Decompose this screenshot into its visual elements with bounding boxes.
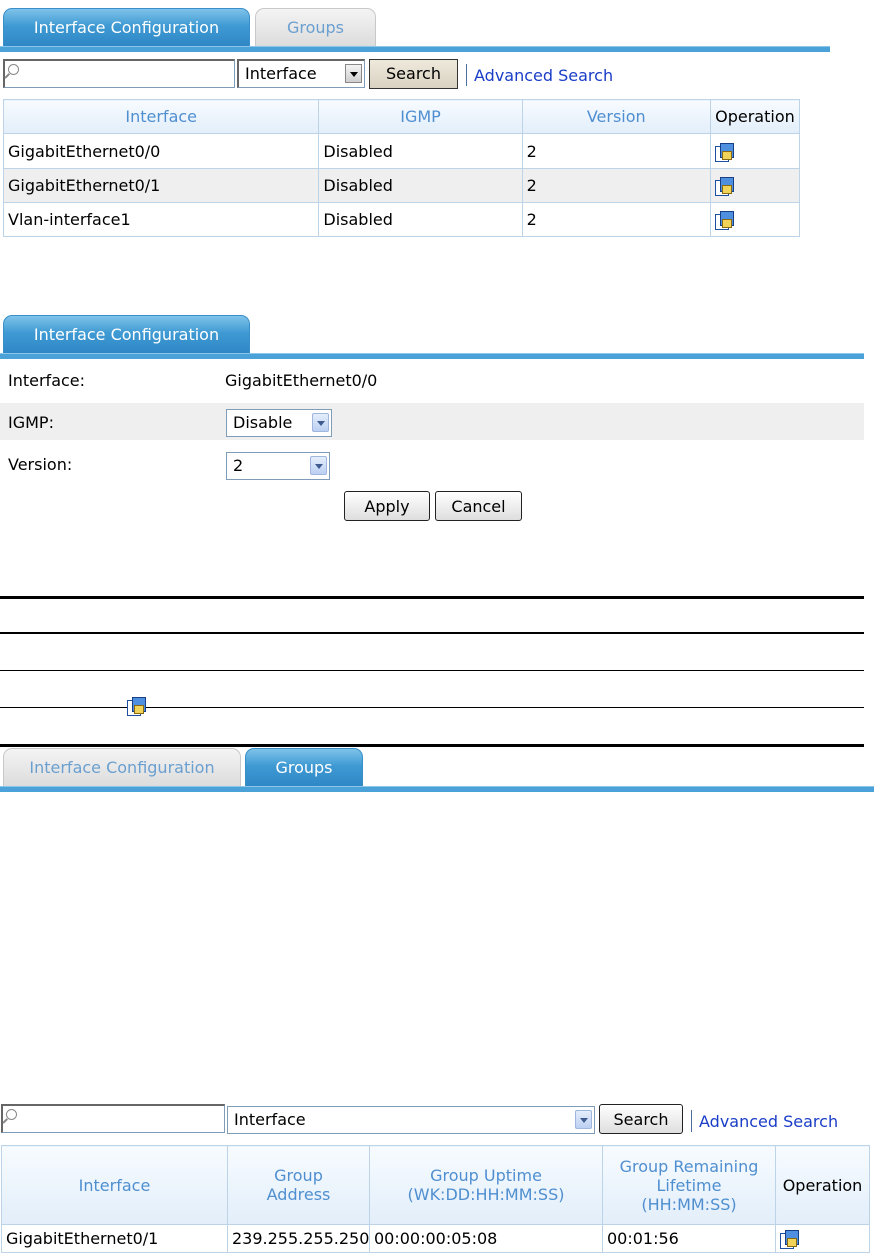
version-select-value: 2 — [233, 456, 244, 475]
interface-label: Interface: — [8, 371, 86, 390]
cell-operation — [775, 1224, 870, 1253]
column-header-interface[interactable]: Interface — [1, 1145, 228, 1225]
search-filter-value: Interface — [234, 1110, 306, 1129]
table-bottom-rule — [0, 744, 864, 747]
cell-operation — [709, 202, 801, 237]
tab-groups[interactable]: Groups — [255, 8, 376, 46]
cell-version: 2 — [521, 133, 711, 169]
modify-icon[interactable] — [714, 211, 734, 231]
column-header-version[interactable]: Version — [521, 99, 711, 134]
search-filter-value: Interface — [245, 64, 317, 83]
modify-icon[interactable] — [714, 142, 734, 162]
advanced-search-link[interactable]: Advanced Search — [699, 1112, 838, 1131]
column-header-interface[interactable]: Interface — [2, 99, 320, 134]
column-header-group-remaining-lifetime[interactable]: Group Remaining Lifetime (HH:MM:SS) — [602, 1145, 776, 1225]
table-row: GigabitEthernet0/1 239.255.255.250 00:00… — [1, 1224, 870, 1253]
interface-table: Interface IGMP Version Operation Gigabit… — [2, 99, 801, 237]
separator — [466, 64, 467, 86]
cancel-button[interactable]: Cancel — [435, 491, 522, 521]
interface-value: GigabitEthernet0/0 — [225, 371, 378, 390]
search-filter-select[interactable]: Interface — [227, 1106, 595, 1134]
search-button[interactable]: Search — [599, 1104, 683, 1134]
chevron-down-icon[interactable] — [310, 456, 327, 475]
form-row-version: Version: 2 — [0, 445, 864, 482]
igmp-select-value: Disable — [233, 413, 293, 432]
cell-operation — [709, 168, 801, 203]
search-input[interactable] — [3, 59, 235, 88]
tab-underline — [0, 46, 830, 52]
separator — [691, 1110, 692, 1132]
cell-igmp: Disabled — [318, 168, 523, 203]
cell-remaining: 00:01:56 — [602, 1224, 776, 1253]
search-button[interactable]: Search — [369, 59, 458, 89]
apply-button[interactable]: Apply — [344, 491, 430, 521]
column-header-operation: Operation — [775, 1145, 870, 1225]
modify-icon[interactable] — [780, 1230, 799, 1250]
chevron-down-icon[interactable] — [345, 64, 362, 83]
column-header-group-uptime[interactable]: Group Uptime (WK:DD:HH:MM:SS) — [369, 1145, 603, 1225]
tab-groups[interactable]: Groups — [245, 748, 363, 786]
cell-interface: GigabitEthernet0/1 — [1, 1224, 228, 1253]
table-header-rule — [0, 632, 864, 634]
modify-icon[interactable] — [714, 177, 734, 197]
version-label: Version: — [8, 455, 73, 474]
advanced-search-link[interactable]: Advanced Search — [474, 66, 613, 85]
form-row-interface: Interface: GigabitEthernet0/0 — [0, 362, 864, 399]
tab-interface-configuration[interactable]: Interface Configuration — [3, 315, 250, 353]
cell-uptime: 00:00:00:05:08 — [369, 1224, 603, 1253]
table-row: Vlan-interface1 Disabled 2 — [2, 202, 801, 237]
cell-operation — [709, 133, 801, 169]
modify-icon — [127, 696, 146, 716]
table-row: GigabitEthernet0/1 Disabled 2 — [2, 168, 801, 203]
column-header-operation: Operation — [709, 99, 801, 134]
chevron-down-icon[interactable] — [312, 413, 329, 432]
tab-interface-configuration[interactable]: Interface Configuration — [3, 8, 250, 46]
tab-interface-configuration[interactable]: Interface Configuration — [3, 748, 241, 786]
cell-interface: GigabitEthernet0/0 — [2, 133, 320, 169]
search-icon — [8, 64, 19, 75]
panel1-tabbar: Interface Configuration Groups — [0, 8, 830, 52]
table-row-rule — [0, 670, 864, 671]
cell-version: 2 — [521, 202, 711, 237]
version-select[interactable]: 2 — [226, 452, 330, 480]
form-row-igmp: IGMP: Disable — [0, 403, 864, 440]
search-input[interactable] — [1, 1104, 225, 1133]
search-icon — [6, 1109, 17, 1120]
cell-group-address: 239.255.255.250 — [227, 1224, 370, 1253]
igmp-select[interactable]: Disable — [226, 409, 332, 437]
table-top-rule — [0, 596, 864, 599]
panel3-tabbar: Interface Configuration Groups — [0, 748, 874, 792]
cell-interface: GigabitEthernet0/1 — [2, 168, 320, 203]
tab-underline — [0, 786, 874, 792]
tab-underline — [0, 353, 864, 359]
column-header-group-address[interactable]: Group Address — [227, 1145, 370, 1225]
cell-igmp: Disabled — [318, 133, 523, 169]
groups-table: Interface Group Address Group Uptime (WK… — [1, 1145, 870, 1253]
search-filter-select[interactable]: Interface — [237, 59, 365, 88]
chevron-down-icon[interactable] — [575, 1110, 592, 1129]
cell-version: 2 — [521, 168, 711, 203]
column-header-igmp[interactable]: IGMP — [318, 99, 523, 134]
table-row: GigabitEthernet0/0 Disabled 2 — [2, 133, 801, 169]
panel2-tabbar: Interface Configuration — [0, 315, 864, 359]
igmp-label: IGMP: — [8, 413, 54, 432]
cell-interface: Vlan-interface1 — [2, 202, 320, 237]
cell-igmp: Disabled — [318, 202, 523, 237]
